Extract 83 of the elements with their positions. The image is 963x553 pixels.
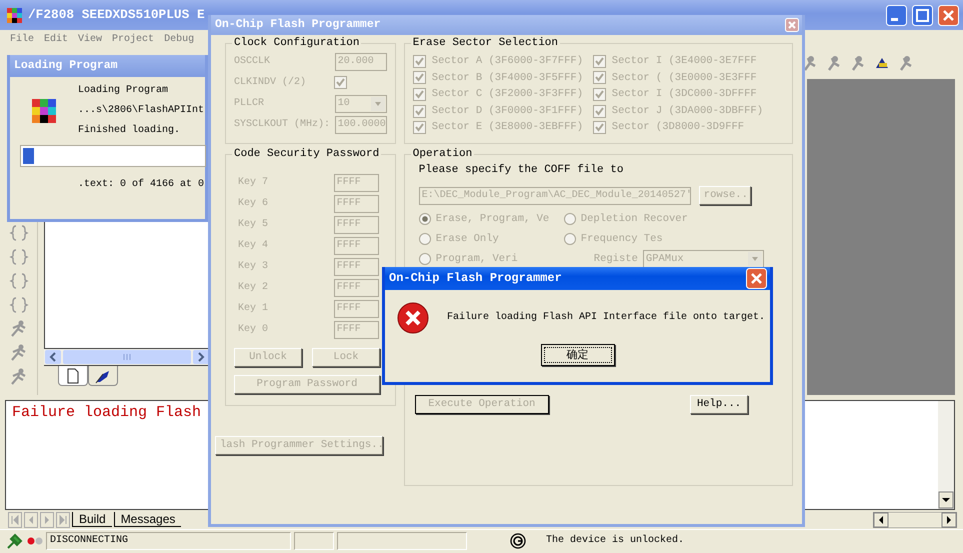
dialog-title: On-Chip Flash Programmer xyxy=(389,271,562,286)
runner-icon[interactable] xyxy=(8,367,28,387)
editor-tab[interactable] xyxy=(88,366,118,386)
field-label: CLKINDV (/2) xyxy=(234,76,306,88)
menu-item[interactable]: Edit xyxy=(44,34,68,46)
field-label: Key 4 xyxy=(238,240,268,252)
field-label: Key 7 xyxy=(238,176,268,188)
menu-item[interactable]: File xyxy=(10,34,34,46)
status-text: Finished loading. xyxy=(78,125,182,137)
field-label: Key 1 xyxy=(238,302,268,314)
dialog-text: Loading Program xyxy=(78,85,170,97)
progress-text: .text: 0 of 4166 at 0 xyxy=(78,179,204,191)
menu-item[interactable]: Debug xyxy=(164,34,194,46)
previous-tab-button[interactable] xyxy=(24,512,38,528)
status-lights-icon xyxy=(27,537,43,545)
group-title: Code Security Password xyxy=(233,149,380,160)
menu-item[interactable]: View xyxy=(78,34,102,46)
last-tab-button[interactable] xyxy=(56,512,70,528)
plug-icon xyxy=(6,532,24,550)
cube-icon xyxy=(31,98,57,124)
checkbox-label: Sector D (3F0000-3F1FFF) xyxy=(432,104,584,118)
radio-label: Depletion Recover xyxy=(580,212,688,226)
field-label: Key 2 xyxy=(238,282,268,294)
checkbox-label: Sector I (3DC000-3DFFFF xyxy=(612,88,757,101)
close-button[interactable] xyxy=(785,18,799,32)
checkbox-label: Sector I (3E4000-3E7FFF xyxy=(612,55,757,68)
ok-button[interactable]: 确定 xyxy=(540,344,614,366)
output-text: Failure loading Flash xyxy=(11,403,202,423)
status-panel xyxy=(294,532,334,550)
radio-label: Erase Only xyxy=(436,232,499,246)
menu-item[interactable]: Project xyxy=(112,34,154,46)
error-icon xyxy=(397,302,429,334)
radio-label: Program, Veri xyxy=(436,252,518,266)
maximize-button[interactable] xyxy=(912,4,933,26)
radio-label: Erase, Program, Ve xyxy=(436,212,550,226)
error-message: Failure loading Flash API Interface file onto target. xyxy=(447,312,766,324)
runner-icon[interactable] xyxy=(8,343,28,363)
group-title: Clock Configuration xyxy=(233,38,360,49)
vertical-scrollbar[interactable] xyxy=(938,401,954,509)
close-button[interactable] xyxy=(746,268,767,289)
close-button[interactable] xyxy=(938,4,959,26)
output-tab[interactable]: Build xyxy=(72,512,112,528)
checkbox-label: Sector C (3F2000-3F3FFF) xyxy=(432,88,584,101)
group-title: Erase Sector Selection xyxy=(412,38,560,49)
checkbox-label: Sector (3D8000-3D9FFF xyxy=(612,121,744,134)
check-icon xyxy=(336,78,345,87)
field-label: Key 0 xyxy=(238,324,268,336)
group-title: Operation xyxy=(412,149,474,160)
first-tab-button[interactable] xyxy=(8,512,22,528)
field-label: SYSCLKOUT (MHz): xyxy=(234,118,330,130)
field-label: OSCCLK xyxy=(234,56,270,68)
runner-icon[interactable] xyxy=(8,319,28,339)
editor-tab[interactable] xyxy=(58,366,88,386)
checkbox-label: Sector J (3DA000-3DBFFF) xyxy=(612,104,764,118)
radio-label: Frequency Tes xyxy=(580,232,663,246)
dialog-title: Loading Program xyxy=(14,59,118,73)
braces-icon[interactable] xyxy=(8,223,28,243)
checkbox-label: Sector ( (3E0000-3E3FFF xyxy=(612,72,757,84)
braces-icon[interactable] xyxy=(8,247,28,267)
minimize-button[interactable] xyxy=(886,4,907,26)
braces-icon[interactable] xyxy=(8,271,28,291)
cube-icon xyxy=(6,6,23,24)
field-label: Registe xyxy=(594,252,638,266)
status-message: The device is unlocked. xyxy=(545,534,686,548)
file-icon xyxy=(65,368,81,384)
prompt-text: Please specify the COFF file to xyxy=(418,164,624,178)
checkbox-label: Sector B (3F4000-3F5FFF) xyxy=(432,72,584,84)
circled-g-icon xyxy=(510,533,526,549)
checkbox-label: Sector A (3F6000-3F7FFF) xyxy=(432,55,584,68)
connection-status: DISCONNECTING xyxy=(46,532,291,550)
braces-icon[interactable] xyxy=(8,295,28,315)
field-label: Key 5 xyxy=(238,218,268,230)
horizontal-scrollbar[interactable] xyxy=(44,349,210,365)
next-tab-button[interactable] xyxy=(40,512,54,528)
output-tab[interactable]: Messages xyxy=(114,512,182,528)
file-path: ...s\2806\FlashAPIInt xyxy=(78,105,204,117)
field-label: Key 3 xyxy=(238,260,268,272)
field-label: PLLCR xyxy=(234,98,264,110)
field-label: Key 6 xyxy=(238,198,268,210)
checkbox-label: Sector E (3E8000-3EBFFF) xyxy=(432,121,584,134)
dialog-title: On-Chip Flash Programmer xyxy=(215,18,381,32)
horizontal-scrollbar[interactable] xyxy=(873,512,957,528)
window-title: /F2808 SEEDXDS510PLUS E xyxy=(28,7,205,23)
